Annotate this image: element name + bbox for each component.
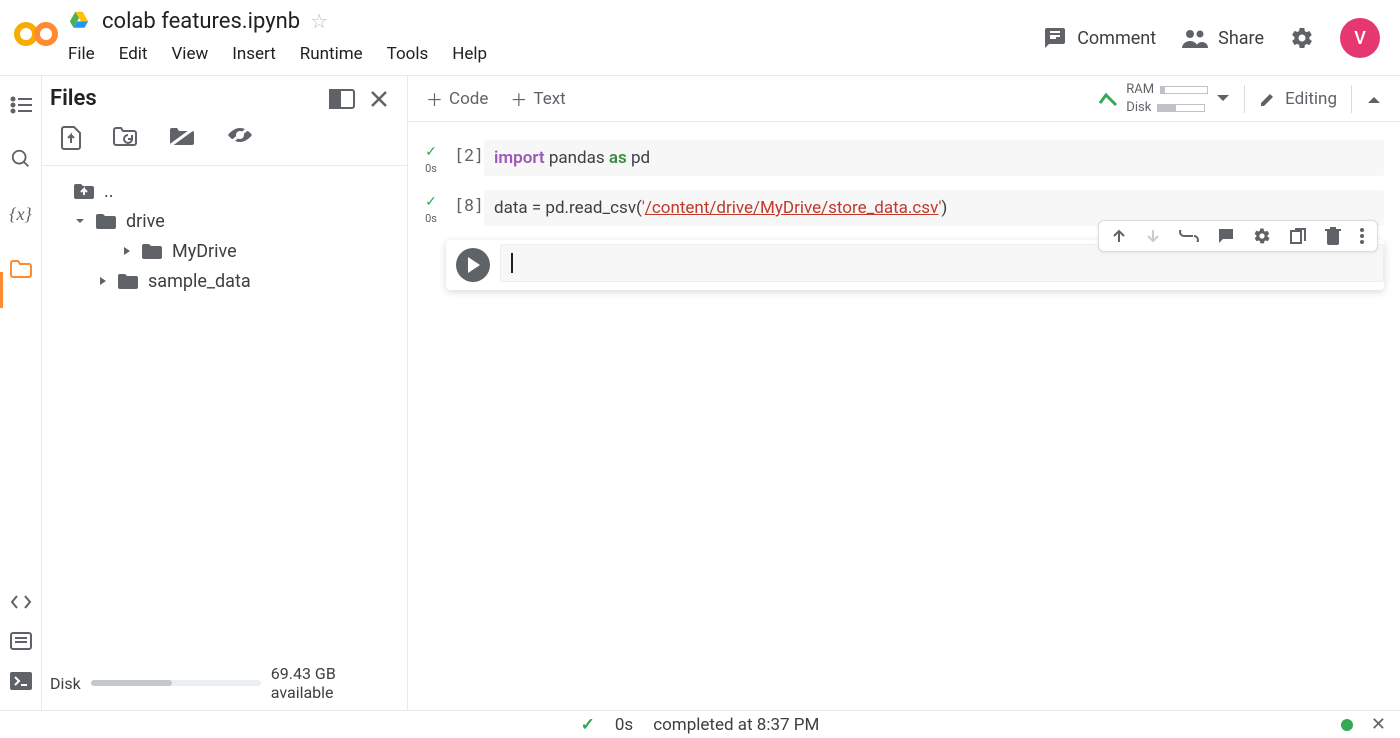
- variables-icon[interactable]: {x}: [9, 204, 31, 225]
- mount-drive-icon[interactable]: [168, 125, 196, 147]
- resource-indicator[interactable]: RAM Disk: [1098, 82, 1230, 115]
- status-time: 0s: [615, 715, 633, 735]
- move-down-icon[interactable]: [1145, 228, 1161, 244]
- menu-bar: File Edit View Insert Runtime Tools Help: [68, 36, 1043, 64]
- mirror-cell-icon[interactable]: [1289, 227, 1307, 245]
- chevron-down-icon[interactable]: [1216, 94, 1230, 104]
- files-sidebar: Files .. drive: [42, 76, 408, 710]
- code-content[interactable]: import pandas as pd: [484, 140, 1384, 176]
- notebook-title[interactable]: colab features.ipynb: [102, 9, 300, 34]
- move-up-icon[interactable]: [1111, 228, 1127, 244]
- colab-logo[interactable]: [12, 10, 60, 58]
- disk-free-text: 69.43 GB available: [271, 664, 399, 702]
- settings-icon[interactable]: [1290, 26, 1314, 50]
- close-sidebar-icon[interactable]: [369, 89, 389, 109]
- exec-count: [2]: [446, 140, 484, 166]
- menu-file[interactable]: File: [68, 44, 95, 64]
- check-icon: ✓: [425, 144, 437, 160]
- editing-mode-button[interactable]: Editing: [1259, 89, 1337, 109]
- code-snippets-icon[interactable]: [10, 594, 32, 610]
- menu-tools[interactable]: Tools: [387, 44, 429, 64]
- command-palette-icon[interactable]: [10, 632, 32, 650]
- add-code-button[interactable]: ＋ Code: [426, 86, 488, 111]
- upload-icon[interactable]: [60, 125, 82, 151]
- connection-dot-icon: [1341, 719, 1353, 731]
- menu-runtime[interactable]: Runtime: [300, 44, 363, 64]
- comment-cell-icon[interactable]: [1217, 227, 1235, 245]
- search-icon[interactable]: [10, 148, 32, 170]
- tree-item-mydrive[interactable]: MyDrive: [46, 236, 403, 266]
- tree-up[interactable]: ..: [46, 176, 403, 206]
- sidebar-title: Files: [50, 86, 97, 111]
- star-icon[interactable]: ☆: [310, 9, 328, 33]
- exec-count: [8]: [446, 190, 484, 216]
- tree-item-label: drive: [126, 211, 165, 232]
- rail-active-indicator: [0, 272, 3, 308]
- menu-help[interactable]: Help: [452, 44, 487, 64]
- notebook-toolbar: ＋ Code ＋ Text RAM Disk Editing: [408, 76, 1400, 122]
- tree-item-label: sample_data: [148, 271, 251, 292]
- tree-up-label: ..: [104, 181, 114, 202]
- comment-button[interactable]: Comment: [1043, 26, 1156, 50]
- dock-icon[interactable]: [329, 89, 355, 109]
- terminal-icon[interactable]: [10, 672, 32, 690]
- menu-edit[interactable]: Edit: [119, 44, 148, 64]
- cell-toolbar: [1098, 220, 1378, 252]
- avatar[interactable]: V: [1340, 18, 1380, 58]
- disk-usage-bar: [91, 680, 261, 686]
- status-close-icon[interactable]: ✕: [1371, 714, 1386, 735]
- check-icon: ✓: [425, 194, 437, 210]
- left-rail: {x}: [0, 76, 42, 710]
- hide-icon[interactable]: [226, 125, 254, 145]
- tree-item-sample-data[interactable]: sample_data: [46, 266, 403, 296]
- code-cell-focused[interactable]: [446, 240, 1384, 290]
- refresh-folder-icon[interactable]: [112, 125, 138, 147]
- notebook-area: ＋ Code ＋ Text RAM Disk Editing: [408, 76, 1400, 710]
- menu-view[interactable]: View: [171, 44, 208, 64]
- status-text: completed at 8:37 PM: [653, 715, 819, 735]
- app-header: colab features.ipynb ☆ File Edit View In…: [0, 0, 1400, 76]
- status-bar: ✓ 0s completed at 8:37 PM ✕: [0, 710, 1400, 738]
- drive-icon: [68, 9, 92, 33]
- file-tree: .. drive MyDrive sample_data: [42, 166, 407, 306]
- run-cell-button[interactable]: [456, 248, 490, 282]
- sidebar-disk-meter: Disk 69.43 GB available: [50, 664, 399, 702]
- tree-item-drive[interactable]: drive: [46, 206, 403, 236]
- files-icon[interactable]: [9, 259, 33, 279]
- toc-icon[interactable]: [10, 96, 32, 114]
- cell-settings-icon[interactable]: [1253, 227, 1271, 245]
- delete-cell-icon[interactable]: [1325, 227, 1341, 245]
- code-cell[interactable]: ✓0s [2] import pandas as pd: [416, 140, 1384, 176]
- add-text-button[interactable]: ＋ Text: [510, 86, 565, 111]
- status-check-icon: ✓: [581, 715, 595, 735]
- share-button[interactable]: Share: [1182, 28, 1264, 49]
- cell-more-icon[interactable]: [1359, 227, 1365, 245]
- menu-insert[interactable]: Insert: [232, 44, 276, 64]
- link-icon[interactable]: [1179, 230, 1199, 242]
- collapse-icon[interactable]: [1366, 93, 1382, 105]
- tree-item-label: MyDrive: [172, 241, 237, 262]
